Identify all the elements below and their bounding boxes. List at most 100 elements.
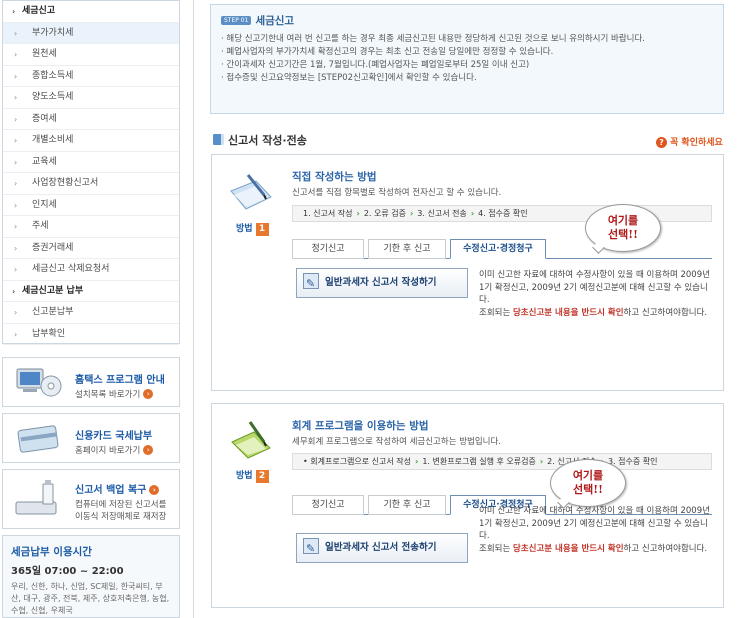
tab-regular[interactable]: 정기신고: [292, 495, 364, 515]
sidebar-item[interactable]: › 세금신고 삭제요청서: [3, 259, 179, 281]
sidebar-section[interactable]: › 세금신고: [3, 1, 179, 23]
info-text: 하고 신고하여야합니다.: [623, 543, 708, 554]
question-icon: ?: [656, 137, 667, 148]
chevron-right-icon: ›: [14, 93, 18, 102]
method-2-label: 방법 2: [236, 468, 269, 483]
sidebar-item-label: 인지세: [32, 199, 57, 210]
section-title-text: 신고서 작성·전송: [228, 134, 307, 147]
annotation-text: 선택!!: [608, 228, 638, 241]
method-2-steps: • 회계프로그램으로 신고서 작성 › 1. 변환프로그램 실행 후 오류검증 › 2.…: [292, 453, 712, 470]
notice-item: 해당 신고기한내 여러 번 신고를 하는 경우 최종 세금신고된 내용만 정당하…: [221, 33, 713, 46]
sidebar-item[interactable]: › 신고분납부: [3, 302, 179, 324]
sidebar-item[interactable]: › 개별소비세: [3, 130, 179, 152]
notice-item: 폐업사업자의 부가가치세 확정신고의 경우는 최초 신고 전송일 당일에만 정정…: [221, 46, 713, 59]
chevron-right-icon: ›: [14, 329, 18, 339]
go-icon: ›: [143, 389, 154, 399]
chevron-right-icon: ›: [14, 265, 18, 274]
arrow-icon: ›: [539, 457, 544, 466]
payment-hours-banks: 우리, 신한, 하나, 신업, SC제일, 한국씨티, 부산, 대구, 광주, …: [11, 582, 170, 615]
notice-title: 세금신고: [255, 15, 295, 27]
write-return-button[interactable]: 일반과세자 신고서 작성하기: [296, 268, 468, 298]
method-2-panel: 방법 2 회계 프로그램을 이용하는 방법 세무회계 프로그램으로 작성하여 세금…: [211, 403, 724, 608]
confirm-text: 꼭 확인하세요: [670, 138, 723, 148]
annotation-text: 선택!!: [573, 483, 603, 496]
method-1-number: 1: [255, 223, 269, 236]
sidebar-item[interactable]: › 사업장현황신고서: [3, 173, 179, 195]
info-highlight: 당초신고분 내용을 반드시 확인: [512, 307, 624, 318]
backup-restore-box[interactable]: 신고서 백업 복구 › 컴퓨터에 저장된 신고서를 이동식 저장매체로 재저장: [2, 469, 180, 529]
sidebar-item-label: 부가가치세: [32, 27, 74, 38]
go-icon: ›: [149, 485, 160, 495]
tab-regular[interactable]: 정기신고: [292, 239, 364, 259]
sidebar-item[interactable]: › 양도소득세: [3, 87, 179, 109]
send-form-icon: [303, 535, 319, 563]
sidebar-item[interactable]: › 증권거래세: [3, 238, 179, 259]
chevron-right-icon: ›: [14, 114, 18, 124]
chevron-right-icon: ›: [14, 243, 18, 253]
chevron-right-icon: ›: [12, 7, 16, 16]
method-1-label: 방법 1: [236, 221, 269, 236]
sidebar-item-label: 양도소득세: [32, 92, 74, 102]
arrow-icon: ›: [410, 209, 414, 218]
chevron-right-icon: ›: [14, 50, 18, 59]
computer-cd-icon: [16, 368, 62, 397]
send-return-button[interactable]: 일반과세자 신고서 전송하기: [296, 533, 468, 563]
arrow-icon: ›: [470, 209, 475, 218]
credit-card-icon: [17, 425, 59, 453]
document-pen-icon: [230, 174, 272, 210]
method-2-title: 회계 프로그램을 이용하는 방법: [292, 420, 429, 432]
sidebar-item[interactable]: › 종합소득세: [3, 66, 179, 87]
backup-restore-title: 신고서 백업 복구: [75, 485, 147, 496]
sidebar-item[interactable]: › 증여세: [3, 109, 179, 130]
sidebar-item[interactable]: › 교육세: [3, 152, 179, 173]
annotation-text: 여기를: [572, 469, 604, 482]
card-payment-link[interactable]: 홈페이지 바로가기: [75, 446, 140, 456]
sidebar-section[interactable]: › 세금신고분 납부: [3, 281, 179, 302]
arrow-icon: ›: [415, 457, 419, 466]
method-1-info: 이미 신고한 자료에 대하여 수정사항이 있을 때 이용하며 2009년 1기 …: [479, 269, 715, 319]
sidebar-item-label: 개별소비세: [32, 135, 74, 145]
sidebar-item-label: 신고분납부: [32, 307, 74, 317]
info-text: 조회되는: [479, 543, 513, 554]
info-text: 이미 신고한 자료에 대하여 수정사항이 있을 때 이용하며 2009년 1기 …: [479, 506, 710, 541]
step-item: 3. 접수증 확인: [607, 457, 658, 466]
notice-box: STEP 01세금신고 해당 신고기한내 여러 번 신고를 하는 경우 최종 세…: [210, 4, 724, 114]
annotation-bubble: 여기를 선택!!: [585, 204, 661, 254]
info-text: 하고 신고하여야합니다.: [623, 307, 708, 318]
program-guide-box[interactable]: 홈택스 프로그램 안내 설치목록 바로가기 ›: [2, 357, 180, 407]
backup-desc-2: 이동식 저장매체로 재저장: [75, 512, 167, 522]
edit-form-icon: [303, 270, 319, 298]
notice-item: 접수증및 신고요약정보는 [STEP02신고확인]에서 확인할 수 있습니다.: [221, 72, 713, 85]
chevron-right-icon: ›: [12, 286, 16, 296]
send-return-button-label: 일반과세자 신고서 전송하기: [325, 542, 437, 553]
step-item: 3. 신고서 전송: [417, 209, 467, 218]
step-item: 4. 접수증 확인: [478, 209, 528, 218]
sidebar-item-label: 사업장현황신고서: [32, 178, 99, 188]
confirm-link[interactable]: ? 꼭 확인하세요: [656, 135, 723, 148]
program-guide-link[interactable]: 설치목록 바로가기: [75, 390, 140, 400]
sidebar-item[interactable]: › 주세: [3, 216, 179, 238]
step-badge: STEP 01: [221, 16, 252, 25]
go-icon: ›: [143, 445, 154, 455]
book-icon: [213, 134, 224, 145]
sidebar-item[interactable]: › 부가가치세: [3, 22, 179, 44]
method-1-title: 직접 작성하는 방법: [292, 171, 377, 183]
left-nav: › 세금신고 › 부가가치세 › 원천세 › 종합소득세 › 양도소득세 › 증여세 › 개별소비세 › 교육…: [2, 0, 180, 345]
arrow-icon: ›: [356, 209, 360, 218]
tab-late[interactable]: 기한 후 신고: [368, 239, 446, 259]
sidebar-item[interactable]: › 납부확인: [3, 324, 179, 345]
sidebar-item[interactable]: › 인지세: [3, 195, 179, 216]
program-guide-title: 홈택스 프로그램 안내: [75, 375, 165, 386]
method-2-desc: 세무회계 프로그램으로 작성하여 세금신고하는 방법입니다.: [292, 437, 502, 447]
tab-amend[interactable]: 수정신고·경정청구: [450, 239, 546, 259]
sidebar-item-label: 종합소득세: [32, 70, 74, 81]
method-2-info: 이미 신고한 자료에 대하여 수정사항이 있을 때 이용하며 2009년 1기 …: [479, 505, 715, 555]
tab-late[interactable]: 기한 후 신고: [368, 495, 446, 515]
sidebar-item-label: 주세: [32, 221, 49, 231]
annotation-text: 여기를: [607, 214, 639, 227]
sidebar-item-label: 원천세: [32, 49, 57, 59]
sidebar-item[interactable]: › 원천세: [3, 44, 179, 66]
card-payment-box[interactable]: 신용카드 국세납부 홈페이지 바로가기 ›: [2, 413, 180, 463]
notice-list: 해당 신고기한내 여러 번 신고를 하는 경우 최종 세금신고된 내용만 정당하…: [221, 33, 713, 85]
sidebar-item-label: 증권거래세: [32, 242, 74, 253]
